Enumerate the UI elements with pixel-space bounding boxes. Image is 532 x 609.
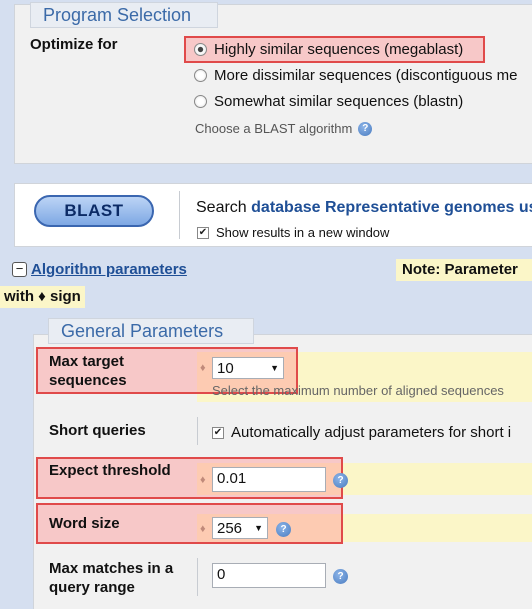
divider <box>197 558 198 596</box>
divider <box>179 191 180 239</box>
help-icon[interactable]: ? <box>333 569 348 584</box>
max-matches-label: Max matches in a query range <box>49 559 173 597</box>
new-window-option[interactable]: ✔ Show results in a new window <box>197 225 389 240</box>
dropdown-arrow-icon: ▼ <box>270 363 279 373</box>
modified-marker-icon: ♦ <box>200 362 206 374</box>
parameter-note: Note: Parameter <box>396 259 532 281</box>
search-prefix: Search <box>196 199 247 216</box>
collapse-icon[interactable]: − <box>12 262 27 277</box>
max-target-select[interactable]: 10 ▼ <box>212 357 284 379</box>
max-target-label-line2: sequences <box>49 372 127 389</box>
radio-blastn-label: Somewhat similar sequences (blastn) <box>214 93 464 110</box>
new-window-label: Show results in a new window <box>216 225 390 240</box>
max-target-label: Max target sequences <box>49 352 127 390</box>
checkbox-checked-icon[interactable]: ✔ <box>197 226 209 239</box>
max-target-label-line1: Max target <box>49 353 125 370</box>
word-size-label: Word size <box>49 515 120 532</box>
algorithm-parameters-toggle[interactable]: − Algorithm parameters <box>12 261 187 278</box>
help-icon[interactable]: ? <box>358 121 373 136</box>
program-selection-panel <box>14 4 532 164</box>
optimize-for-label: Optimize for <box>30 36 118 53</box>
algorithm-hint: Choose a BLAST algorithm ? <box>195 121 373 136</box>
max-target-hint: Select the maximum number of aligned seq… <box>212 383 504 398</box>
algorithm-hint-text: Choose a BLAST algorithm <box>195 121 353 136</box>
max-matches-input[interactable]: 0 <box>212 563 326 588</box>
parameter-note-continued: with ♦ sign <box>0 286 85 308</box>
word-size-value: 256 <box>217 519 243 537</box>
search-database-link[interactable]: database Representative genomes <box>251 199 514 216</box>
modified-marker-icon: ♦ <box>200 523 206 535</box>
max-matches-label-line1: Max matches in a <box>49 560 174 577</box>
short-queries-option[interactable]: ✔ Automatically adjust parameters for sh… <box>212 424 511 441</box>
checkbox-checked-icon[interactable]: ✔ <box>212 426 224 439</box>
radio-unselected-icon[interactable] <box>194 69 207 82</box>
search-summary: Search database Representative genomes u… <box>196 199 532 217</box>
expect-threshold-label: Expect threshold <box>49 462 171 479</box>
max-target-value: 10 <box>217 359 234 377</box>
general-parameters-legend: General Parameters <box>48 318 254 344</box>
radio-discontiguous-label: More dissimilar sequences (discontiguous… <box>214 67 518 84</box>
word-size-select[interactable]: 256 ▼ <box>212 517 268 539</box>
modified-marker-icon: ♦ <box>200 474 206 486</box>
radio-megablast[interactable]: Highly similar sequences (megablast) <box>194 41 463 58</box>
short-queries-checkbox-label: Automatically adjust parameters for shor… <box>231 424 512 441</box>
radio-blastn[interactable]: Somewhat similar sequences (blastn) <box>194 93 463 110</box>
radio-discontiguous-megablast[interactable]: More dissimilar sequences (discontiguous… <box>194 67 517 84</box>
blast-button[interactable]: BLAST <box>34 195 154 227</box>
dropdown-arrow-icon: ▼ <box>254 523 263 533</box>
radio-unselected-icon[interactable] <box>194 95 207 108</box>
short-queries-label: Short queries <box>49 422 146 439</box>
help-icon[interactable]: ? <box>333 473 348 488</box>
divider <box>197 417 198 445</box>
expect-threshold-input[interactable]: 0.01 <box>212 467 326 492</box>
radio-megablast-label: Highly similar sequences (megablast) <box>214 41 464 58</box>
algorithm-parameters-link[interactable]: Algorithm parameters <box>31 261 187 278</box>
max-matches-label-line2: query range <box>49 579 135 596</box>
help-icon[interactable]: ? <box>276 522 291 537</box>
search-suffix: us <box>518 199 532 216</box>
radio-selected-icon[interactable] <box>194 43 207 56</box>
program-selection-legend: Program Selection <box>30 2 218 28</box>
